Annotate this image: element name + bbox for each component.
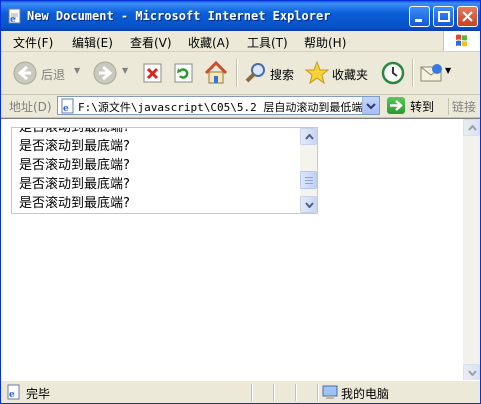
- security-zone-label: 我的电脑: [341, 387, 390, 401]
- svg-text:e: e: [10, 15, 16, 24]
- search-label[interactable]: 搜索: [270, 66, 294, 83]
- chevron-up-icon: [468, 125, 477, 131]
- chevron-up-icon: [305, 134, 314, 140]
- address-url: F:\源文件\javascript\C05\5.2 层自动滚动到最低端: [78, 101, 363, 114]
- chevron-down-icon: [468, 370, 477, 376]
- back-arrow-icon[interactable]: [13, 61, 37, 85]
- refresh-icon[interactable]: [173, 62, 195, 84]
- svg-text:e: e: [63, 104, 69, 114]
- ie-window: e New Document - Microsoft Internet Expl…: [0, 0, 481, 404]
- menu-help[interactable]: 帮助(H): [304, 34, 346, 51]
- scrolling-div[interactable]: 是否滚动到最底端? 是否滚动到最底端? 是否滚动到最底端? 是否滚动到最底端? …: [11, 127, 318, 214]
- status-separator: [251, 384, 253, 401]
- menu-edit[interactable]: 编辑(E): [72, 34, 113, 51]
- page-scroll-down-button[interactable]: [463, 364, 480, 381]
- title-bar[interactable]: e New Document - Microsoft Internet Expl…: [1, 1, 480, 31]
- back-label[interactable]: 后退: [41, 66, 65, 83]
- window-title: New Document - Microsoft Internet Explor…: [27, 9, 331, 23]
- links-label[interactable]: 链接: [448, 98, 476, 115]
- status-separator: [317, 384, 319, 401]
- mail-dropdown-icon[interactable]: ▼: [445, 66, 451, 75]
- my-computer-icon: [322, 385, 338, 399]
- minimize-icon: [415, 19, 422, 22]
- menu-view[interactable]: 查看(V): [130, 34, 172, 51]
- ie-page-icon: e: [8, 8, 21, 24]
- go-arrow-icon: [390, 100, 403, 111]
- maximize-icon: [438, 11, 450, 22]
- close-icon: [462, 11, 473, 22]
- page-content: 是否滚动到最底端? 是否滚动到最底端? 是否滚动到最底端? 是否滚动到最底端? …: [1, 118, 480, 381]
- div-scroll-down-button[interactable]: [300, 196, 317, 213]
- address-dropdown-button[interactable]: [362, 97, 379, 114]
- page-done-icon: e: [7, 384, 20, 400]
- toolbar-separator: [236, 59, 238, 87]
- home-icon[interactable]: [203, 60, 229, 86]
- back-dropdown-icon[interactable]: ▼: [74, 66, 80, 75]
- history-icon[interactable]: [380, 60, 406, 86]
- status-separator: [273, 384, 275, 401]
- status-bar: e 完毕 我的电脑: [1, 380, 480, 403]
- address-label: 地址(D): [9, 100, 52, 114]
- page-scroll-up-button[interactable]: [463, 119, 480, 136]
- page-scrollbar[interactable]: [463, 119, 480, 381]
- address-bar: 地址(D) e F:\源文件\javascript\C05\5.2 层自动滚动到…: [1, 95, 480, 118]
- forward-arrow-icon[interactable]: [93, 61, 117, 85]
- favorites-star-icon[interactable]: [304, 60, 330, 86]
- div-scroll-thumb[interactable]: [300, 171, 317, 189]
- svg-text:e: e: [9, 390, 15, 400]
- menu-file[interactable]: 文件(F): [13, 34, 53, 51]
- chevron-down-icon: [366, 103, 376, 110]
- stop-icon[interactable]: [142, 62, 164, 84]
- div-scrollbar[interactable]: [300, 128, 317, 213]
- minimize-button[interactable]: [409, 6, 430, 27]
- page-icon: e: [61, 98, 74, 114]
- search-icon[interactable]: [244, 61, 268, 85]
- forward-dropdown-icon[interactable]: ▼: [122, 66, 128, 75]
- windows-flag-icon: [456, 34, 467, 47]
- list-item: 是否滚动到最底端?: [19, 177, 130, 192]
- standard-toolbar: 后退 ▼ ▼ 搜索 收藏夹 ▼: [1, 52, 480, 95]
- status-separator: [295, 384, 297, 401]
- scroll-text-list: 是否滚动到最底端? 是否滚动到最底端? 是否滚动到最底端? 是否滚动到最底端? …: [19, 127, 130, 213]
- windows-logo: [443, 31, 480, 51]
- list-item: 是否滚动到最底端?: [19, 196, 130, 211]
- list-item: 是否滚动到最底端?: [19, 139, 130, 154]
- menu-favorites[interactable]: 收藏(A): [188, 34, 230, 51]
- favorites-label[interactable]: 收藏夹: [332, 66, 368, 83]
- menu-bar: 文件(F) 编辑(E) 查看(V) 收藏(A) 工具(T) 帮助(H): [1, 31, 480, 52]
- list-item: 是否滚动到最底端?: [19, 127, 130, 135]
- address-input[interactable]: e F:\源文件\javascript\C05\5.2 层自动滚动到最低端: [57, 96, 380, 115]
- menu-tools[interactable]: 工具(T): [247, 34, 288, 51]
- maximize-button[interactable]: [433, 6, 454, 27]
- mail-icon[interactable]: [419, 61, 445, 85]
- list-item: 是否滚动到最底端?: [19, 158, 130, 173]
- close-button[interactable]: [457, 6, 478, 27]
- go-button[interactable]: [387, 97, 405, 114]
- go-label[interactable]: 转到: [410, 98, 434, 115]
- chevron-down-icon: [305, 202, 314, 208]
- div-scroll-up-button[interactable]: [300, 128, 317, 145]
- toolbar-separator-2: [412, 59, 414, 87]
- status-text: 完毕: [26, 387, 51, 401]
